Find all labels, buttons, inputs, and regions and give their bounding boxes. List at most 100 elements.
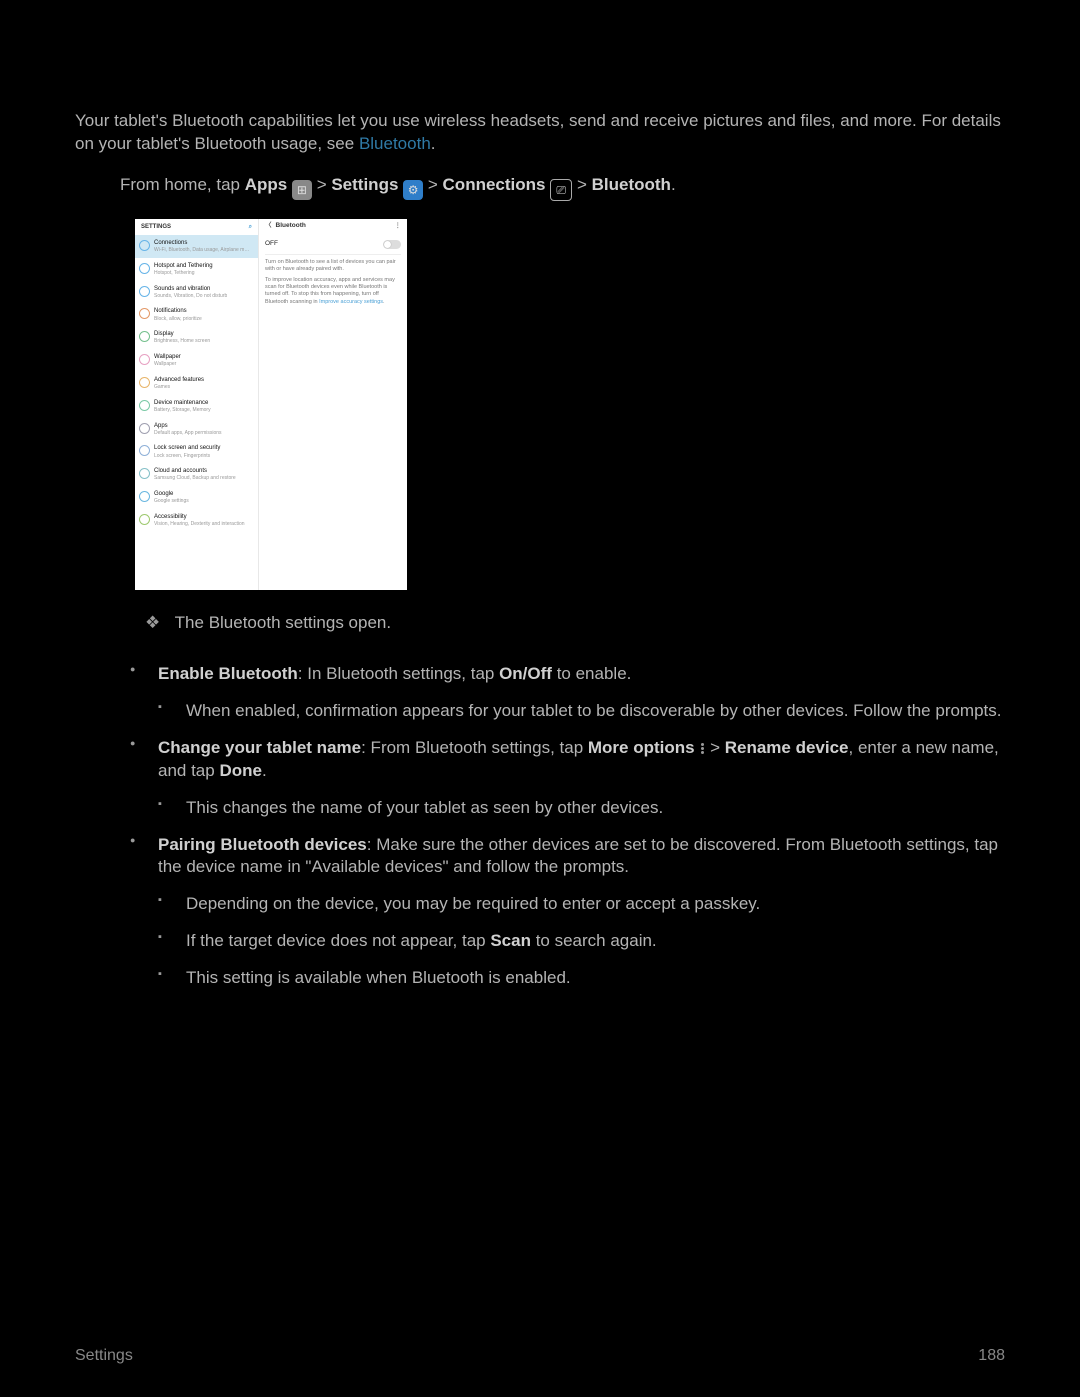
path-bluetooth: Bluetooth [592,175,671,194]
sep3: > [577,175,592,194]
sidebar-item-icon [139,286,150,297]
sidebar-item-icon [139,308,150,319]
sidebar-item: Advanced featuresGames [135,372,258,395]
sidebar-item: ConnectionsWi-Fi, Bluetooth, Data usage,… [135,235,258,258]
sidebar-item: GoogleGoogle settings [135,486,258,509]
sidebar-item-subtitle: Vision, Hearing, Dexterity and interacti… [154,521,245,528]
sidebar-item-title: Notifications [154,307,202,315]
settings-sidebar: SETTINGS ⌕ ConnectionsWi-Fi, Bluetooth, … [135,219,259,590]
sidebar-item-title: Sounds and vibration [154,285,227,293]
bluetooth-toggle-row: OFF [265,235,401,255]
feature-bold: More options [588,738,695,757]
feature-subitem: This changes the name of your tablet as … [158,797,1005,820]
settings-detail: 〈 Bluetooth ⋮ OFF Turn on Bluetooth to s… [259,219,407,590]
sidebar-item-icon [139,468,150,479]
sidebar-item-icon [139,240,150,251]
sidebar-item-title: Google [154,490,189,498]
toggle-switch [383,240,401,249]
sidebar-item-subtitle: Sounds, Vibration, Do not disturb [154,293,227,300]
sidebar-item-title: Display [154,330,210,338]
sidebar-item-subtitle: Google settings [154,498,189,505]
sidebar-item: WallpaperWallpaper [135,349,258,372]
sidebar-item-subtitle: Wallpaper [154,361,181,368]
sidebar-item-subtitle: Samsung Cloud, Backup and restore [154,475,236,482]
result-line: ❖ The Bluetooth settings open. [75,612,1005,635]
feature-list: Enable Bluetooth: In Bluetooth settings,… [130,663,1005,990]
sep1: > [317,175,332,194]
connections-icon: ⎚ [550,179,572,201]
sidebar-item-icon [139,377,150,388]
feature-bold: Rename device [725,738,849,757]
sidebar-item: AccessibilityVision, Hearing, Dexterity … [135,509,258,532]
detail-info-2-tail: . [383,299,385,305]
sidebar-item-subtitle: Hotspot, Tethering [154,270,213,277]
sidebar-item-title: Advanced features [154,376,204,384]
intro-text: Your tablet's Bluetooth capabilities let… [75,111,1001,153]
feature-subitem: When enabled, confirmation appears for y… [158,700,1005,723]
settings-screenshot: SETTINGS ⌕ ConnectionsWi-Fi, Bluetooth, … [135,219,407,590]
feature-subitem: If the target device does not appear, ta… [158,930,1005,953]
sidebar-item-icon [139,445,150,456]
sidebar-item-title: Device maintenance [154,399,211,407]
diamond-icon: ❖ [145,613,160,632]
navigation-path: From home, tap Apps ⊞ > Settings ⚙ > Con… [75,174,1005,201]
sidebar-item-title: Connections [154,239,249,247]
feature-sublist: Depending on the device, you may be requ… [158,893,1005,990]
search-icon: ⌕ [249,223,252,231]
feature-item: Pairing Bluetooth devices: Make sure the… [130,834,1005,991]
feature-sublist: When enabled, confirmation appears for y… [158,700,1005,723]
sidebar-item: NotificationsBlock, allow, prioritize [135,303,258,326]
intro-paragraph: Your tablet's Bluetooth capabilities let… [75,110,1005,156]
sidebar-item-title: Wallpaper [154,353,181,361]
sidebar-item-subtitle: Battery, Storage, Memory [154,407,211,414]
sidebar-item-title: Apps [154,422,222,430]
detail-info-2: To improve location accuracy, apps and s… [265,277,401,306]
sidebar-item-icon [139,514,150,525]
feature-item: Enable Bluetooth: In Bluetooth settings,… [130,663,1005,723]
feature-subitem: Depending on the device, you may be requ… [158,893,1005,916]
feature-lead: Enable Bluetooth [158,664,298,683]
feature-subitem: This setting is available when Bluetooth… [158,967,1005,990]
sidebar-item: AppsDefault apps, App permissions [135,418,258,441]
feature-lead: Pairing Bluetooth devices [158,835,367,854]
intro-tail: . [431,134,436,153]
sidebar-item: Device maintenanceBattery, Storage, Memo… [135,395,258,418]
feature-lead: Change your tablet name [158,738,361,757]
sidebar-item-subtitle: Brightness, Home screen [154,338,210,345]
settings-header: SETTINGS ⌕ [135,219,258,235]
result-text: The Bluetooth settings open. [175,613,391,632]
manual-page: Your tablet's Bluetooth capabilities let… [0,0,1080,1397]
detail-info-1: Turn on Bluetooth to see a list of devic… [265,259,401,273]
sidebar-item-subtitle: Lock screen, Fingerprints [154,453,220,460]
sidebar-item-subtitle: Games [154,384,204,391]
sidebar-item-title: Cloud and accounts [154,467,236,475]
back-icon: 〈 [265,222,272,231]
sidebar-item-icon [139,423,150,434]
sidebar-item-title: Hotspot and Tethering [154,262,213,270]
feature-bold: Done [219,761,262,780]
sidebar-item-icon [139,331,150,342]
page-footer: Settings 188 [75,1345,1005,1367]
feature-bold: On/Off [499,664,552,683]
gear-icon: ⚙ [403,180,423,200]
path-connections: Connections [443,175,546,194]
accuracy-link: Improve accuracy settings [319,299,383,305]
sidebar-item: Sounds and vibrationSounds, Vibration, D… [135,281,258,304]
sidebar-item-subtitle: Block, allow, prioritize [154,316,202,323]
sidebar-item-icon [139,263,150,274]
feature-sublist: This changes the name of your tablet as … [158,797,1005,820]
sidebar-item: Hotspot and TetheringHotspot, Tethering [135,258,258,281]
detail-title: Bluetooth [276,222,306,231]
feature-text: : From Bluetooth settings, tap [361,738,588,757]
path-prefix: From home, tap [120,175,245,194]
sidebar-item: Lock screen and securityLock screen, Fin… [135,440,258,463]
footer-page: 188 [978,1345,1005,1367]
path-settings: Settings [331,175,398,194]
detail-header: 〈 Bluetooth ⋮ [265,219,401,235]
feature-text: : In Bluetooth settings, tap [298,664,499,683]
sidebar-item: DisplayBrightness, Home screen [135,326,258,349]
bluetooth-link[interactable]: Bluetooth [359,134,431,153]
sep2: > [428,175,443,194]
more-icon: ⋮ [395,222,402,231]
sidebar-item-title: Lock screen and security [154,444,220,452]
